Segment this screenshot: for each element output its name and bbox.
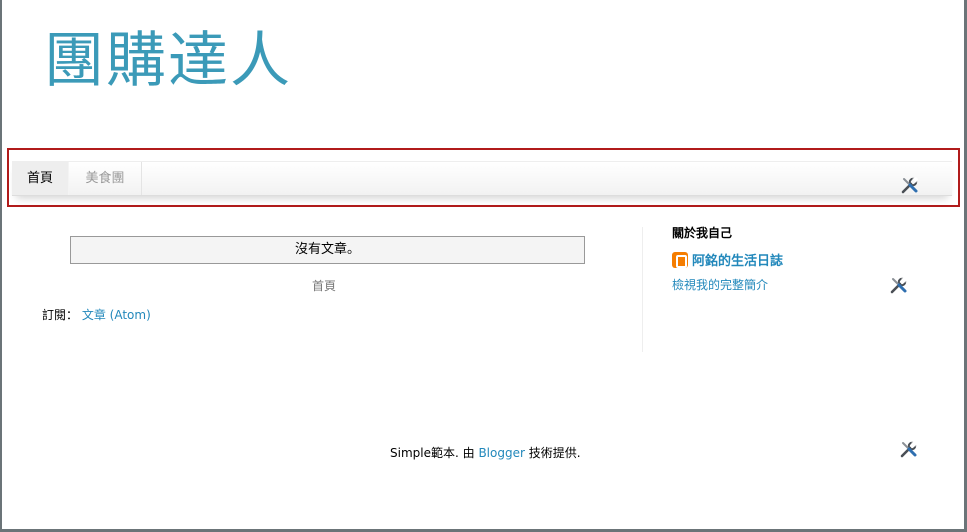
atom-feed-link[interactable]: 文章 (Atom) [82, 308, 151, 322]
subscribe-label: 訂閱： [42, 308, 79, 322]
blogger-link[interactable]: Blogger [478, 446, 524, 460]
profile-name-link[interactable]: 阿銘的生活日誌 [692, 250, 783, 269]
tools-icon[interactable] [900, 175, 920, 195]
tab-home[interactable]: 首頁 [12, 162, 68, 195]
window-frame-left [0, 0, 2, 532]
footer-prefix: Simple範本. 由 [390, 446, 475, 460]
view-full-profile-link[interactable]: 檢視我的完整簡介 [672, 276, 768, 293]
no-posts-message: 沒有文章。 [70, 236, 585, 264]
home-link[interactable]: 首頁 [300, 277, 348, 294]
tools-icon[interactable] [889, 275, 909, 295]
footer-suffix: 技術提供. [528, 446, 581, 460]
subscribe-line: 訂閱： 文章 (Atom) [42, 306, 151, 323]
tab-food-group[interactable]: 美食團 [68, 162, 142, 195]
column-divider [642, 227, 643, 352]
about-me-heading: 關於我自己 [672, 226, 733, 240]
blogger-icon [672, 251, 688, 268]
tools-icon[interactable] [899, 439, 919, 459]
profile-row: 阿銘的生活日誌 [672, 250, 783, 269]
footer-attribution: Simple範本. 由 Blogger 技術提供. [390, 444, 581, 461]
blog-title[interactable]: 團購達人 [44, 28, 292, 94]
page-tabs-bar: 首頁 美食團 [12, 161, 952, 196]
